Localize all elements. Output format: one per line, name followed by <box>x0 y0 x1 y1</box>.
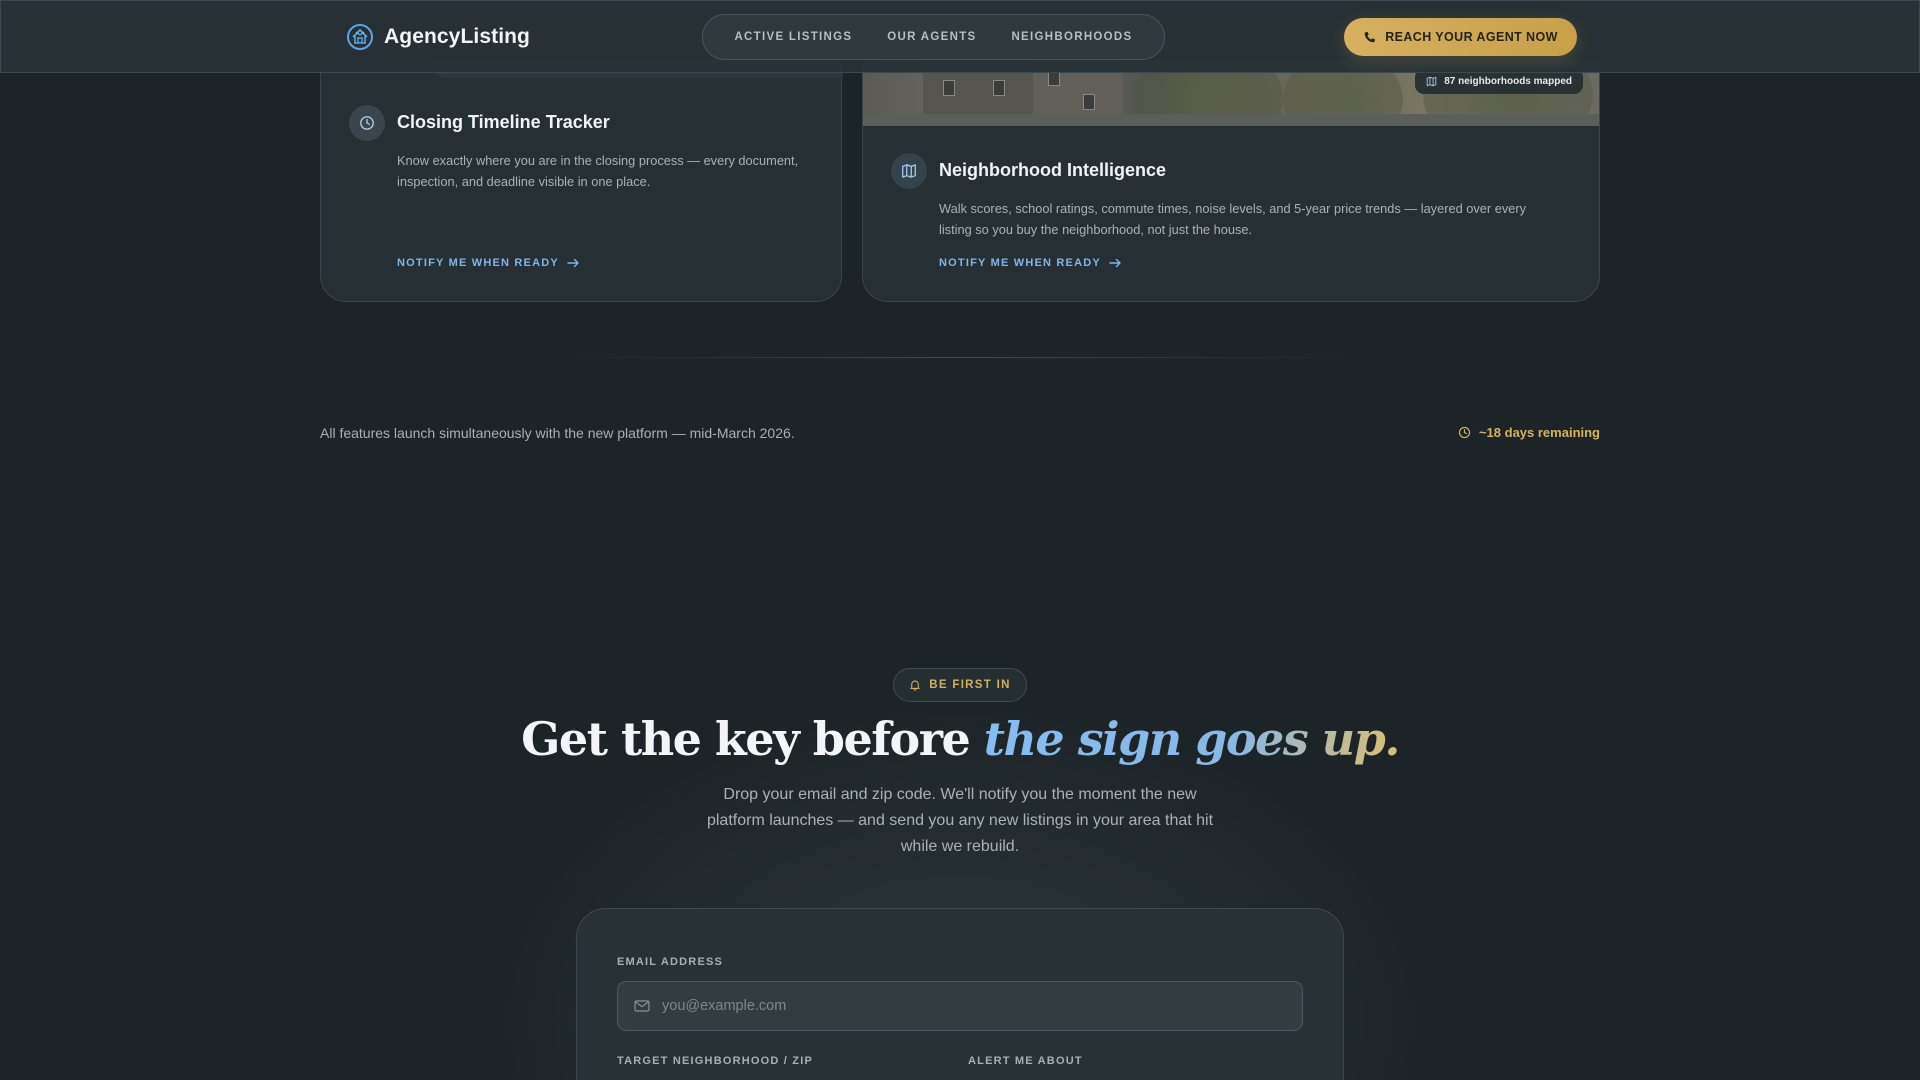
headline-accent: the sign goes up. <box>983 712 1401 766</box>
clock-icon <box>1458 426 1471 439</box>
neighborhoods-mapped-text: 87 neighborhoods mapped <box>1444 75 1572 87</box>
top-navbar: AgencyListing ACTIVE LISTINGS OUR AGENTS… <box>0 0 1920 73</box>
clock-icon <box>360 116 374 130</box>
email-label: EMAIL ADDRESS <box>617 956 724 968</box>
nav-active-listings[interactable]: ACTIVE LISTINGS <box>734 31 852 43</box>
signup-subtext: Drop your email and zip code. We'll noti… <box>706 786 1214 855</box>
zip-label: TARGET NEIGHBORHOOD / ZIP <box>617 1055 814 1067</box>
arrow-right-icon <box>567 258 579 268</box>
brand-name: AgencyListing <box>384 25 530 48</box>
reach-agent-button[interactable]: REACH YOUR AGENT NOW <box>1344 18 1577 56</box>
email-field-wrapper <box>617 981 1303 1031</box>
nav-our-agents[interactable]: OUR AGENTS <box>887 31 976 43</box>
feature-card-neighborhood-intel: 87 neighborhoods mapped Neighborhood Int… <box>862 60 1600 302</box>
be-first-in-label: BE FIRST IN <box>929 679 1011 691</box>
alert-label: ALERT ME ABOUT <box>968 1055 1083 1067</box>
feature-title: Closing Timeline Tracker <box>397 112 610 132</box>
feature-title: Neighborhood Intelligence <box>939 160 1167 180</box>
days-remaining-text: ~18 days remaining <box>1478 425 1600 440</box>
feature-card-closing-tracker: Closing Timeline Tracker Know exactly wh… <box>320 60 843 302</box>
main-nav: ACTIVE LISTINGS OUR AGENTS NEIGHBORHOODS <box>702 14 1165 60</box>
map-icon-wrapper <box>891 153 927 189</box>
feature-description: Walk scores, school ratings, commute tim… <box>939 201 1526 237</box>
be-first-in-badge: BE FIRST IN <box>893 668 1027 702</box>
notify-label: NOTIFY ME WHEN READY <box>939 257 1101 269</box>
clock-icon-wrapper <box>349 105 385 141</box>
brand[interactable]: AgencyListing <box>346 23 530 51</box>
days-remaining: ~18 days remaining <box>1458 425 1600 440</box>
map-icon <box>1426 76 1437 86</box>
notify-me-link[interactable]: NOTIFY ME WHEN READY <box>939 257 1122 269</box>
feature-description: Know exactly where you are in the closin… <box>397 153 799 189</box>
signup-headline: Get the key before the sign goes up. <box>0 712 1920 766</box>
map-icon <box>902 164 916 178</box>
envelope-icon <box>634 1000 650 1012</box>
headline-start: Get the key before <box>521 712 984 766</box>
email-input[interactable] <box>662 998 1262 1014</box>
bell-icon <box>910 680 920 691</box>
section-divider <box>560 357 1360 358</box>
launch-note: All features launch simultaneously with … <box>320 425 795 441</box>
house-logo-icon <box>347 24 373 50</box>
phone-icon <box>1364 31 1376 42</box>
nav-neighborhoods[interactable]: NEIGHBORHOODS <box>1011 31 1132 43</box>
arrow-right-icon <box>1109 258 1121 268</box>
notify-me-link[interactable]: NOTIFY ME WHEN READY <box>397 257 580 269</box>
reach-agent-label: REACH YOUR AGENT NOW <box>1385 30 1558 44</box>
signup-form: EMAIL ADDRESS TARGET NEIGHBORHOOD / ZIP … <box>576 908 1344 1080</box>
notify-label: NOTIFY ME WHEN READY <box>397 257 559 269</box>
